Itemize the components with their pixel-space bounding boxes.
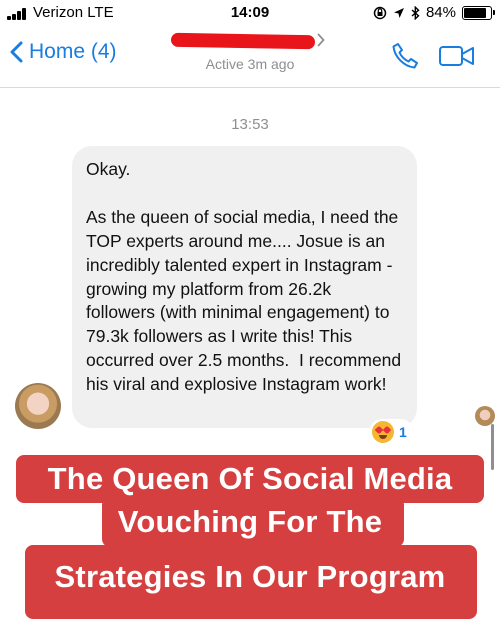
chevron-right-icon[interactable] <box>317 33 325 47</box>
location-arrow-icon <box>393 7 404 18</box>
message-timestamp: 13:53 <box>231 116 269 133</box>
active-status: Active 3m ago <box>205 56 295 72</box>
battery-percent: 84% <box>425 4 456 21</box>
video-call-icon[interactable] <box>438 44 476 68</box>
sender-avatar[interactable] <box>15 383 61 429</box>
status-bar: Verizon LTE 14:09 84% <box>0 0 500 26</box>
reaction-count: 1 <box>399 424 407 440</box>
conversation-header: Home (4) Active 3m ago <box>0 26 500 88</box>
battery-level-fill <box>464 7 486 18</box>
status-right-group: 84% <box>373 4 495 21</box>
bluetooth-icon <box>411 5 420 20</box>
caption-line-2: Vouching For The <box>117 504 383 539</box>
read-receipt-avatar <box>475 406 495 426</box>
phone-call-icon[interactable] <box>390 41 420 71</box>
contact-name-redacted[interactable] <box>170 32 316 50</box>
heart-eyes-emoji-icon <box>372 421 394 443</box>
message-bubble[interactable]: Okay. As the queen of social media, I ne… <box>72 146 417 428</box>
orientation-lock-icon <box>373 6 387 19</box>
caption-line-3: Strategies In Our Program <box>54 559 446 594</box>
message-reaction[interactable]: 1 <box>370 419 413 445</box>
caption-line-1: The Queen Of Social Media <box>47 461 453 496</box>
battery-icon <box>462 5 495 20</box>
